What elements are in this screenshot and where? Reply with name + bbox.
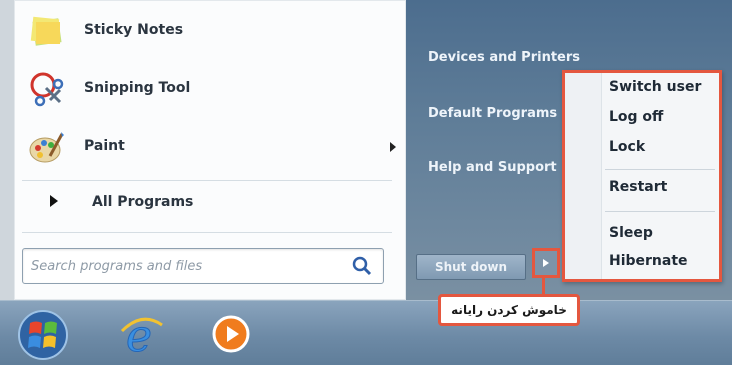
internet-explorer-icon[interactable]: e (118, 311, 166, 357)
arrow-right-icon (543, 259, 549, 267)
callout-pointer (542, 278, 545, 294)
paint-icon (29, 132, 64, 163)
link-default-programs[interactable]: Default Programs (428, 106, 557, 121)
shutdown-options-button[interactable] (532, 248, 560, 278)
link-help-and-support[interactable]: Help and Support (428, 160, 557, 175)
menu-item-switch-user[interactable]: Switch user (609, 79, 701, 95)
search-box[interactable] (22, 248, 384, 284)
menu-item-lock[interactable]: Lock (609, 139, 645, 155)
media-player-icon[interactable] (210, 313, 252, 355)
start-orb-icon[interactable] (14, 309, 72, 361)
program-label: Sticky Notes (84, 22, 184, 38)
all-programs-button[interactable]: All Programs (14, 180, 394, 224)
link-devices-and-printers[interactable]: Devices and Printers (428, 50, 580, 65)
submenu-arrow-icon[interactable] (390, 142, 396, 152)
divider (22, 232, 392, 233)
menu-separator (605, 211, 715, 212)
program-label: Snipping Tool (84, 80, 191, 96)
program-item-snipping-tool[interactable]: Snipping Tool (14, 62, 394, 116)
taskbar: e (0, 300, 732, 365)
shutdown-button[interactable]: Shut down (416, 254, 526, 280)
program-item-sticky-notes[interactable]: Sticky Notes (14, 4, 394, 58)
arrow-right-icon (50, 195, 58, 207)
snipping-tool-icon (30, 72, 64, 107)
screenshot-frame: Sticky Notes Snipping Tool Paint All Pro… (0, 0, 732, 365)
menu-item-sleep[interactable]: Sleep (609, 225, 653, 241)
sticky-notes-icon (30, 16, 62, 46)
menu-icon-strip (565, 73, 602, 279)
search-icon[interactable] (351, 255, 373, 277)
program-label: Paint (84, 138, 125, 154)
menu-separator (605, 169, 715, 170)
menu-item-log-off[interactable]: Log off (609, 109, 663, 125)
menu-item-hibernate[interactable]: Hibernate (609, 253, 688, 269)
menu-item-restart[interactable]: Restart (609, 179, 667, 195)
search-input[interactable] (29, 253, 333, 279)
shutdown-callout-label: خاموش کردن رایانه (438, 294, 580, 326)
all-programs-label: All Programs (92, 194, 194, 210)
program-item-paint[interactable]: Paint (14, 120, 396, 174)
power-options-menu: Switch user Log off Lock Restart Sleep H… (562, 70, 722, 282)
